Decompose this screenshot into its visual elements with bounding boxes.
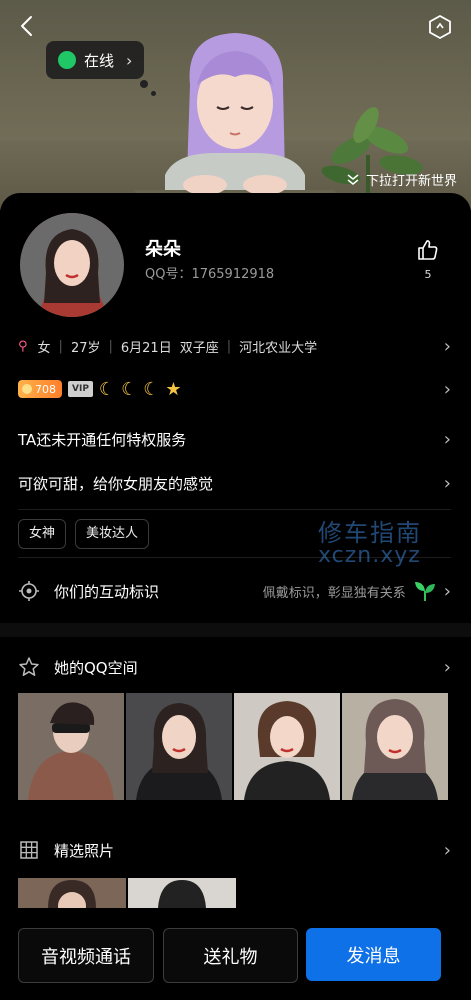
moon-icon: ☾ bbox=[121, 378, 138, 400]
interaction-title: 你们的互动标识 bbox=[54, 582, 160, 601]
moon-icon: ☾ bbox=[98, 378, 116, 400]
qzone-photo[interactable] bbox=[234, 693, 340, 800]
photo-image bbox=[18, 878, 126, 908]
zodiac: 双子座 bbox=[179, 340, 219, 356]
star-icon: ★ bbox=[165, 378, 182, 400]
chevron-right-icon: › bbox=[443, 839, 451, 861]
qzone-photo[interactable] bbox=[126, 693, 232, 800]
like-count: 5 bbox=[424, 268, 432, 281]
basic-info-row[interactable]: ⚲ 女 | 27岁 | 6月21日 双子座 | 河北农业大学 › bbox=[18, 335, 451, 357]
chevron-right-icon: › bbox=[443, 580, 451, 602]
3d-avatar-figure bbox=[135, 33, 335, 210]
profile-sheet: 朵朵 QQ号：1765912918 5 ⚲ 女 | 27岁 | 6月21日 双子… bbox=[0, 193, 471, 1000]
photo-image bbox=[234, 693, 340, 800]
bubble-tail-dot-small bbox=[151, 91, 156, 96]
like-button[interactable]: 5 bbox=[415, 238, 441, 281]
gear-badge-icon bbox=[19, 581, 39, 601]
privilege-row[interactable]: TA还未开通任何特权服务 › bbox=[18, 427, 451, 451]
separator: | bbox=[108, 338, 113, 354]
double-chevron-down-icon bbox=[347, 173, 359, 185]
signature-text: 可欲可甜，给你女朋友的感觉 bbox=[18, 474, 214, 493]
avatar-hero[interactable]: 在线 › 下拉打开新世界 bbox=[0, 0, 471, 210]
level-row[interactable]: 708 VIP ☾ ☾ ☾ ★ › bbox=[18, 377, 451, 401]
av-call-button[interactable]: 音视频通话 bbox=[18, 928, 154, 983]
avatar-portrait bbox=[20, 213, 124, 317]
chevron-right-icon: › bbox=[126, 50, 133, 70]
tag-makeup-expert[interactable]: 美妆达人 bbox=[75, 519, 150, 549]
chevron-right-icon: › bbox=[443, 378, 451, 400]
vip-badge: VIP bbox=[68, 381, 93, 397]
tag-goddess[interactable]: 女神 bbox=[18, 519, 67, 549]
privilege-text: TA还未开通任何特权服务 bbox=[18, 430, 187, 449]
birthday: 6月21日 bbox=[120, 340, 172, 356]
qq-number: QQ号：1765912918 bbox=[145, 267, 275, 282]
send-message-button[interactable]: 发消息 bbox=[306, 928, 441, 981]
qzone-photo[interactable] bbox=[342, 693, 448, 800]
pulldown-hint[interactable]: 下拉打开新世界 bbox=[346, 170, 457, 189]
divider bbox=[18, 509, 451, 510]
section-gap bbox=[0, 623, 471, 637]
coin-icon bbox=[22, 384, 32, 394]
female-icon: ⚲ bbox=[18, 338, 28, 354]
photo-image bbox=[126, 693, 232, 800]
separator: | bbox=[226, 338, 232, 354]
bubble-tail-dot bbox=[140, 80, 148, 88]
age: 27岁 bbox=[70, 340, 101, 356]
interaction-mark-row[interactable]: 你们的互动标识 佩戴标识，彰显独有关系 › bbox=[18, 577, 451, 605]
chevron-right-icon: › bbox=[443, 428, 451, 450]
level-number: 708 bbox=[35, 382, 56, 396]
gender: 女 bbox=[37, 340, 51, 356]
chevron-right-icon: › bbox=[443, 656, 451, 678]
moon-icon: ☾ bbox=[143, 378, 160, 400]
nickname: 朵朵 bbox=[145, 239, 181, 260]
photo-image bbox=[342, 693, 448, 800]
online-status-label: 在线 bbox=[84, 51, 115, 70]
sprout-icon bbox=[414, 582, 435, 601]
online-status-button[interactable]: 在线 › bbox=[46, 41, 145, 79]
pulldown-label: 下拉打开新世界 bbox=[365, 174, 457, 189]
photo-image bbox=[128, 878, 236, 908]
hexagon-settings-icon[interactable] bbox=[427, 14, 453, 40]
level-badge: 708 bbox=[18, 380, 62, 398]
photo-image bbox=[18, 693, 124, 800]
featured-photo[interactable] bbox=[128, 878, 236, 908]
online-dot-icon bbox=[58, 51, 76, 69]
interaction-hint: 佩戴标识，彰显独有关系 bbox=[262, 585, 406, 601]
send-gift-button[interactable]: 送礼物 bbox=[163, 928, 298, 983]
school: 河北农业大学 bbox=[239, 340, 318, 356]
chevron-right-icon: › bbox=[443, 472, 451, 494]
thumbs-up-icon bbox=[418, 240, 438, 260]
watermark-en: xczn.xyz bbox=[318, 543, 421, 568]
signature-row[interactable]: 可欲可甜，给你女朋友的感觉 › bbox=[18, 471, 451, 495]
featured-photos-row[interactable]: 精选照片 › bbox=[18, 836, 451, 864]
chevron-right-icon: › bbox=[443, 335, 451, 357]
qzone-title: 她的QQ空间 bbox=[54, 658, 138, 677]
qzone-row[interactable]: 她的QQ空间 › bbox=[18, 653, 451, 681]
profile-avatar[interactable] bbox=[20, 213, 124, 317]
qzone-photo[interactable] bbox=[18, 693, 124, 800]
separator: | bbox=[58, 338, 63, 354]
grid-icon bbox=[20, 841, 38, 859]
featured-photos-title: 精选照片 bbox=[54, 841, 115, 860]
featured-photo[interactable] bbox=[18, 878, 126, 908]
bottom-action-bar: 音视频通话 送礼物 发消息 bbox=[0, 916, 471, 1000]
back-icon[interactable] bbox=[14, 12, 42, 40]
star-outline-icon bbox=[19, 657, 39, 676]
